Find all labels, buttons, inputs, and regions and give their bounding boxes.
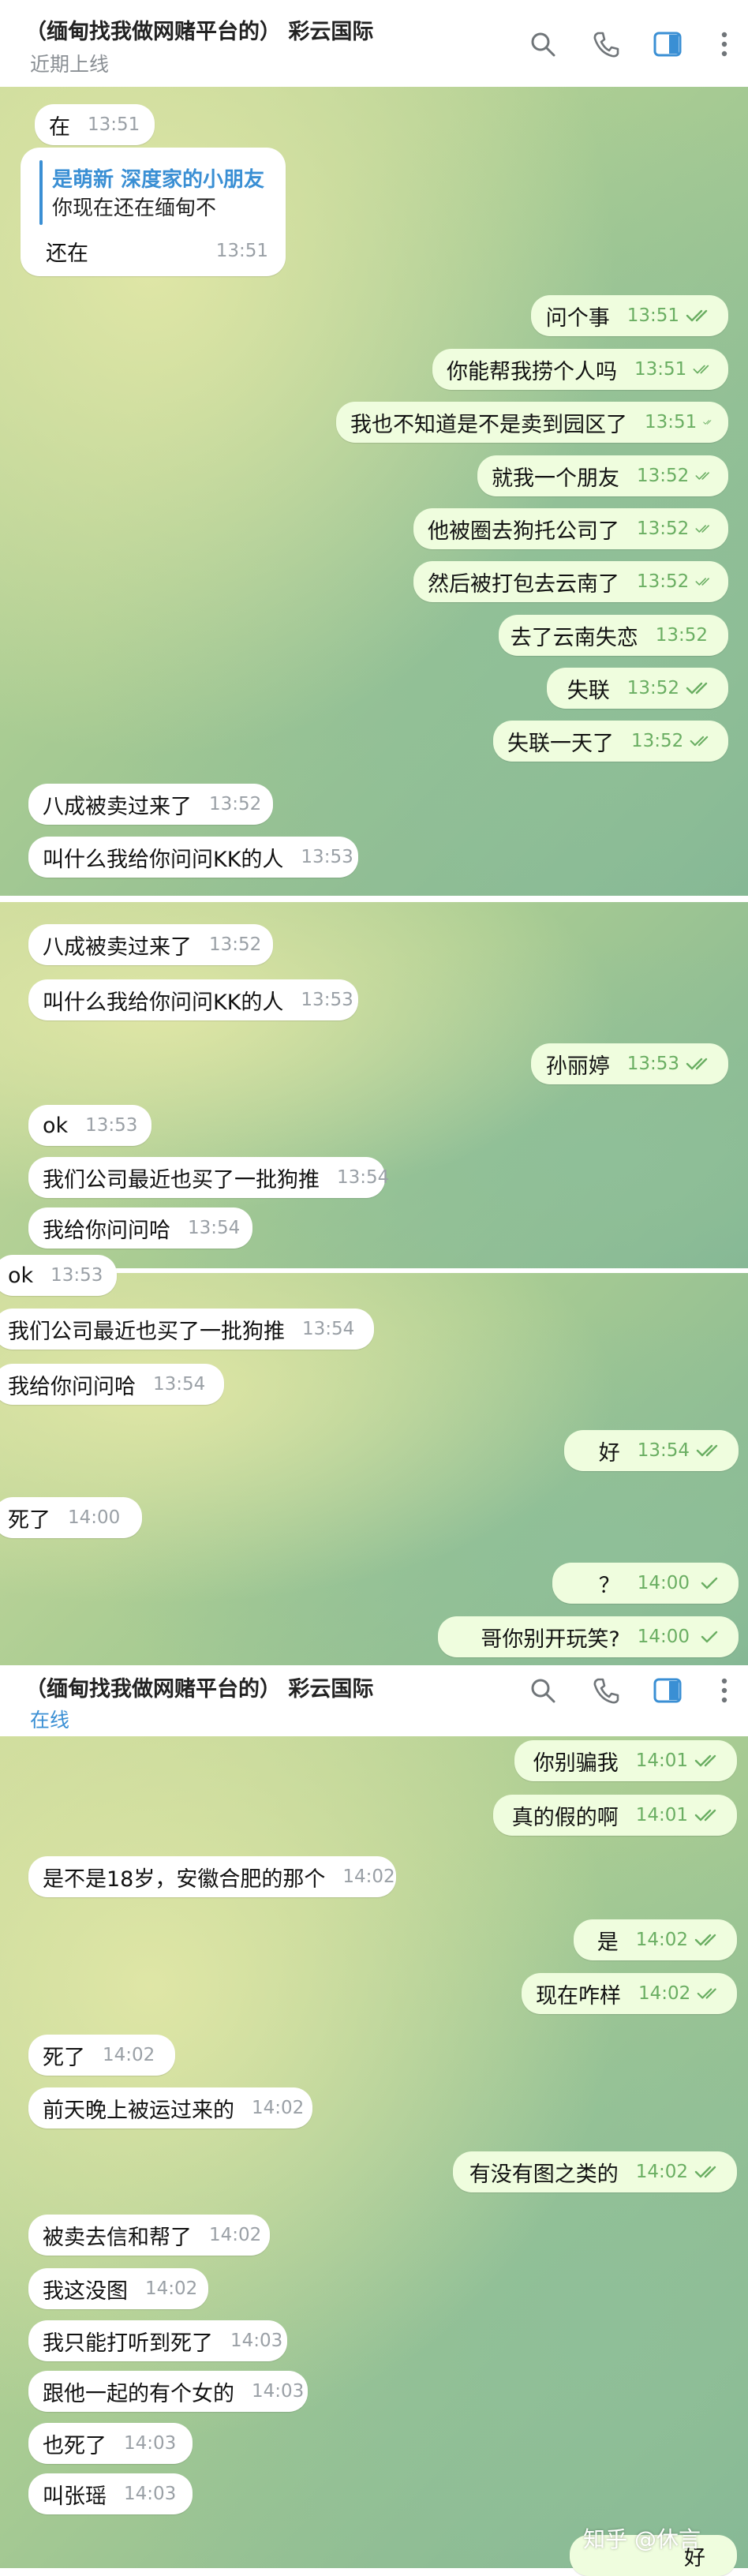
message-incoming[interactable]: 我们公司最近也买了一批狗推 13:54 [0, 1309, 374, 1350]
message-outgoing[interactable]: 他被圈去狗托公司了 13:52 [413, 508, 728, 549]
double-check-icon [695, 472, 710, 480]
reply-quote-bar [39, 160, 43, 225]
double-check-icon [693, 365, 709, 374]
message-outgoing[interactable]: 然后被打包去云南了 13:52 [413, 561, 728, 602]
check-icon [701, 1577, 718, 1589]
chat-title[interactable]: （缅甸找我做网赌平台的） 彩云国际 [25, 1672, 373, 1702]
double-check-icon [686, 309, 708, 322]
chat-status: 近期上线 [30, 53, 110, 76]
message-outgoing[interactable]: 真的假的啊 14:01 [493, 1795, 737, 1836]
message-outgoing[interactable]: 哥你别开玩笑? 14:00 [438, 1616, 739, 1657]
search-icon[interactable] [527, 1675, 559, 1706]
phone-icon[interactable] [590, 1675, 622, 1706]
message-incoming[interactable]: ok 13:53 [0, 1255, 117, 1296]
message-incoming[interactable]: 叫什么我给你问问KK的人 13:53 [28, 979, 358, 1020]
message-incoming[interactable]: 前天晚上被运过来的 14:02 [28, 2087, 312, 2129]
reply-quote-text: 你现在还在缅甸不 [52, 197, 217, 220]
message-incoming[interactable]: 也死了 14:03 [28, 2423, 193, 2464]
message-incoming[interactable]: 死了 14:00 [0, 1497, 142, 1538]
more-icon[interactable] [709, 1675, 740, 1706]
message-incoming[interactable]: 跟他一起的有个女的 14:03 [28, 2371, 308, 2412]
message-outgoing[interactable]: 是 14:02 [574, 1919, 737, 1960]
message-outgoing[interactable]: 你能帮我捞个人吗 13:51 [432, 349, 728, 390]
chat-header-bottom: （缅甸找我做网赌平台的） 彩云国际 在线 [0, 1665, 748, 1736]
double-check-icon [694, 1809, 716, 1822]
message-incoming[interactable]: 在 13:51 [35, 104, 155, 145]
message-incoming[interactable]: 我们公司最近也买了一批狗推 13:54 [28, 1157, 389, 1198]
double-check-icon [694, 1934, 716, 1946]
double-check-icon [696, 1444, 718, 1457]
message-outgoing[interactable]: 就我一个朋友 13:52 [477, 455, 728, 496]
chat-status: 在线 [30, 1709, 70, 1732]
message-outgoing[interactable]: 现在咋样 14:02 [522, 1973, 737, 2014]
double-check-icon [695, 525, 710, 533]
message-outgoing[interactable]: 问个事 13:51 [531, 295, 728, 336]
double-check-icon [694, 1754, 716, 1767]
message-outgoing[interactable]: 孙丽婷 13:53 [531, 1043, 728, 1084]
double-check-icon [686, 1058, 708, 1070]
message-incoming[interactable]: 我只能打听到死了 14:03 [28, 2320, 287, 2361]
message-incoming[interactable]: 死了 14:02 [28, 2035, 175, 2076]
double-check-icon [703, 420, 712, 425]
message-outgoing[interactable]: 有没有图之类的 14:02 [453, 2151, 737, 2192]
message-incoming[interactable]: 我这没图 14:02 [28, 2268, 208, 2309]
message-time: 13:51 [215, 241, 268, 261]
reply-quote-author[interactable]: 是萌新 深度家的小朋友 [52, 163, 264, 193]
sidebar-toggle-icon[interactable] [652, 28, 683, 60]
double-check-icon [690, 736, 709, 747]
double-check-icon [694, 2166, 716, 2178]
message-incoming[interactable]: 我给你问问哈 13:54 [28, 1208, 252, 1249]
chat-header-top: （缅甸找我做网赌平台的） 彩云国际 近期上线 [0, 0, 748, 87]
message-incoming[interactable]: 叫什么我给你问问KK的人 13:53 [28, 837, 358, 878]
message-incoming[interactable]: 是不是18岁，安徽合肥的那个 14:02 [28, 1856, 396, 1897]
message-outgoing[interactable]: 失联 13:52 [547, 668, 728, 709]
reply-text: 还在 [46, 242, 88, 266]
search-icon[interactable] [527, 28, 559, 60]
message-incoming[interactable]: ok 13:53 [28, 1105, 151, 1146]
message-incoming[interactable]: 八成被卖过来了 13:52 [28, 924, 273, 965]
message-outgoing[interactable]: ？ 14:00 [552, 1563, 739, 1604]
message-incoming[interactable]: 叫张瑶 14:03 [28, 2473, 193, 2514]
message-outgoing[interactable]: 你别骗我 14:01 [514, 1740, 737, 1781]
sidebar-toggle-icon[interactable] [652, 1675, 683, 1706]
check-icon [701, 1631, 718, 1643]
message-incoming[interactable]: 八成被卖过来了 13:52 [28, 784, 273, 825]
more-icon[interactable] [709, 28, 740, 60]
watermark: 知乎 @休言 [583, 2526, 701, 2552]
message-outgoing[interactable]: 我也不知道是不是卖到园区了 13:51 [336, 402, 728, 443]
message-outgoing[interactable]: 好 13:54 [564, 1430, 739, 1471]
double-check-icon [695, 578, 710, 586]
message-incoming[interactable]: 被卖去信和帮了 14:02 [28, 2215, 270, 2256]
chat-title[interactable]: （缅甸找我做网赌平台的） 彩云国际 [25, 14, 373, 45]
reply-message[interactable]: 是萌新 深度家的小朋友 你现在还在缅甸不 还在 13:51 [21, 148, 286, 276]
message-outgoing[interactable]: 失联一天了 13:52 [493, 721, 728, 762]
double-check-icon [686, 682, 708, 695]
message-incoming[interactable]: 我给你问问哈 13:54 [0, 1364, 224, 1405]
message-outgoing[interactable]: 去了云南失恋 13:52 [499, 615, 728, 656]
phone-icon[interactable] [590, 28, 622, 60]
screenshot-divider [0, 896, 748, 902]
double-check-icon [698, 1988, 717, 1999]
